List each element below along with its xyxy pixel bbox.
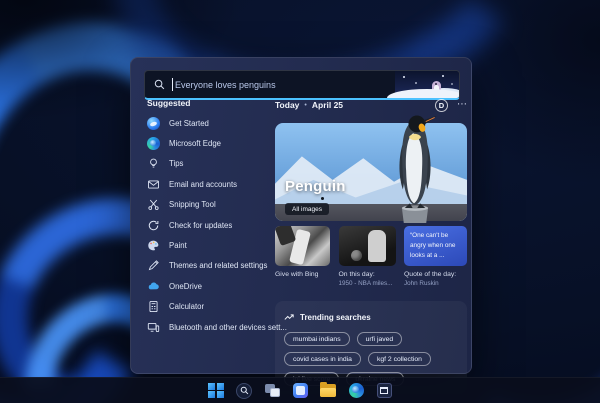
sidebar-item-snipping-tool[interactable]: Snipping Tool bbox=[147, 195, 273, 215]
sidebar-item-bluetooth-devices[interactable]: Bluetooth and other devices sett... bbox=[147, 317, 287, 337]
give-with-bing-card[interactable]: Give with Bing bbox=[275, 226, 330, 288]
taskbar bbox=[0, 377, 600, 403]
trending-icon bbox=[284, 308, 294, 326]
date-label: April 25 bbox=[311, 100, 344, 110]
bluetooth-devices-icon bbox=[147, 321, 160, 334]
store-icon bbox=[376, 383, 392, 398]
edge-button[interactable] bbox=[348, 382, 365, 399]
themes-icon bbox=[147, 259, 160, 272]
quote-of-the-day-card[interactable]: “One can't be angry when one looks at a … bbox=[404, 226, 467, 288]
onedrive-icon bbox=[147, 280, 160, 293]
penguin-image bbox=[399, 115, 437, 223]
search-box[interactable] bbox=[144, 70, 460, 100]
desktop-screen: Suggested Get Started Microsoft Edge Tip… bbox=[0, 0, 600, 403]
widgets-button[interactable] bbox=[292, 382, 309, 399]
edge-icon bbox=[147, 137, 160, 151]
widgets-icon bbox=[292, 383, 308, 398]
sidebar-item-microsoft-edge[interactable]: Microsoft Edge bbox=[147, 133, 273, 153]
start-button[interactable] bbox=[208, 382, 225, 399]
tips-icon bbox=[147, 157, 160, 170]
suggested-section: Suggested Get Started Microsoft Edge Tip… bbox=[147, 98, 287, 337]
trending-pill[interactable]: urfi javed bbox=[356, 332, 403, 347]
edge-icon bbox=[348, 383, 364, 398]
calculator-icon bbox=[147, 300, 160, 313]
folder-icon bbox=[320, 382, 336, 397]
sidebar-item-calculator[interactable]: Calculator bbox=[147, 297, 273, 317]
taskbar-search-button[interactable] bbox=[236, 382, 253, 399]
mail-icon bbox=[147, 178, 160, 191]
search-icon bbox=[154, 79, 165, 90]
paint-icon bbox=[147, 239, 160, 252]
hero-card[interactable]: Penguin All images bbox=[275, 115, 467, 223]
sidebar-item-get-started[interactable]: Get Started bbox=[147, 113, 273, 133]
task-view-button[interactable] bbox=[264, 382, 281, 399]
hero-title: Penguin bbox=[285, 178, 346, 195]
give-with-bing-image bbox=[275, 226, 330, 266]
info-cards-row: Give with Bing On this day: 1950 - NBA m… bbox=[275, 226, 467, 288]
search-icon bbox=[236, 382, 252, 399]
updates-icon bbox=[147, 219, 160, 232]
search-panel: Suggested Get Started Microsoft Edge Tip… bbox=[130, 57, 472, 395]
sidebar-item-tips[interactable]: Tips bbox=[147, 154, 273, 174]
more-options-icon[interactable]: ⋯ bbox=[457, 100, 467, 110]
sidebar-item-email-accounts[interactable]: Email and accounts bbox=[147, 174, 273, 194]
store-button[interactable] bbox=[376, 382, 393, 399]
sidebar-item-check-updates[interactable]: Check for updates bbox=[147, 215, 273, 235]
sidebar-item-onedrive[interactable]: OneDrive bbox=[147, 276, 273, 296]
on-this-day-card[interactable]: On this day: 1950 - NBA miles... bbox=[338, 226, 396, 288]
get-started-icon bbox=[147, 116, 160, 130]
penguin-illustration bbox=[387, 71, 459, 98]
trending-pill[interactable]: covid cases in india bbox=[284, 352, 361, 367]
carousel-dot bbox=[321, 197, 324, 200]
suggested-title: Suggested bbox=[147, 98, 191, 108]
text-cursor bbox=[172, 78, 173, 91]
sidebar-item-themes[interactable]: Themes and related settings bbox=[147, 256, 273, 276]
trending-pill[interactable]: kgf 2 collection bbox=[367, 352, 431, 367]
trending-pill[interactable]: mumbai indians bbox=[284, 332, 350, 347]
header-separator: • bbox=[304, 101, 307, 109]
quote-card-body: “One can't be angry when one looks at a … bbox=[404, 226, 467, 266]
sidebar-item-paint[interactable]: Paint bbox=[147, 235, 273, 255]
all-images-button[interactable]: All images bbox=[285, 203, 329, 215]
daily-content: Today • April 25 D ⋯ Penguin All images … bbox=[275, 98, 467, 395]
file-explorer-button[interactable] bbox=[320, 382, 337, 399]
snipping-tool-icon bbox=[147, 198, 160, 211]
trending-title: Trending searches bbox=[300, 312, 371, 322]
on-this-day-image bbox=[338, 226, 396, 266]
task-view-icon bbox=[264, 384, 280, 397]
today-label: Today bbox=[275, 100, 300, 110]
windows-logo-icon bbox=[208, 382, 224, 399]
